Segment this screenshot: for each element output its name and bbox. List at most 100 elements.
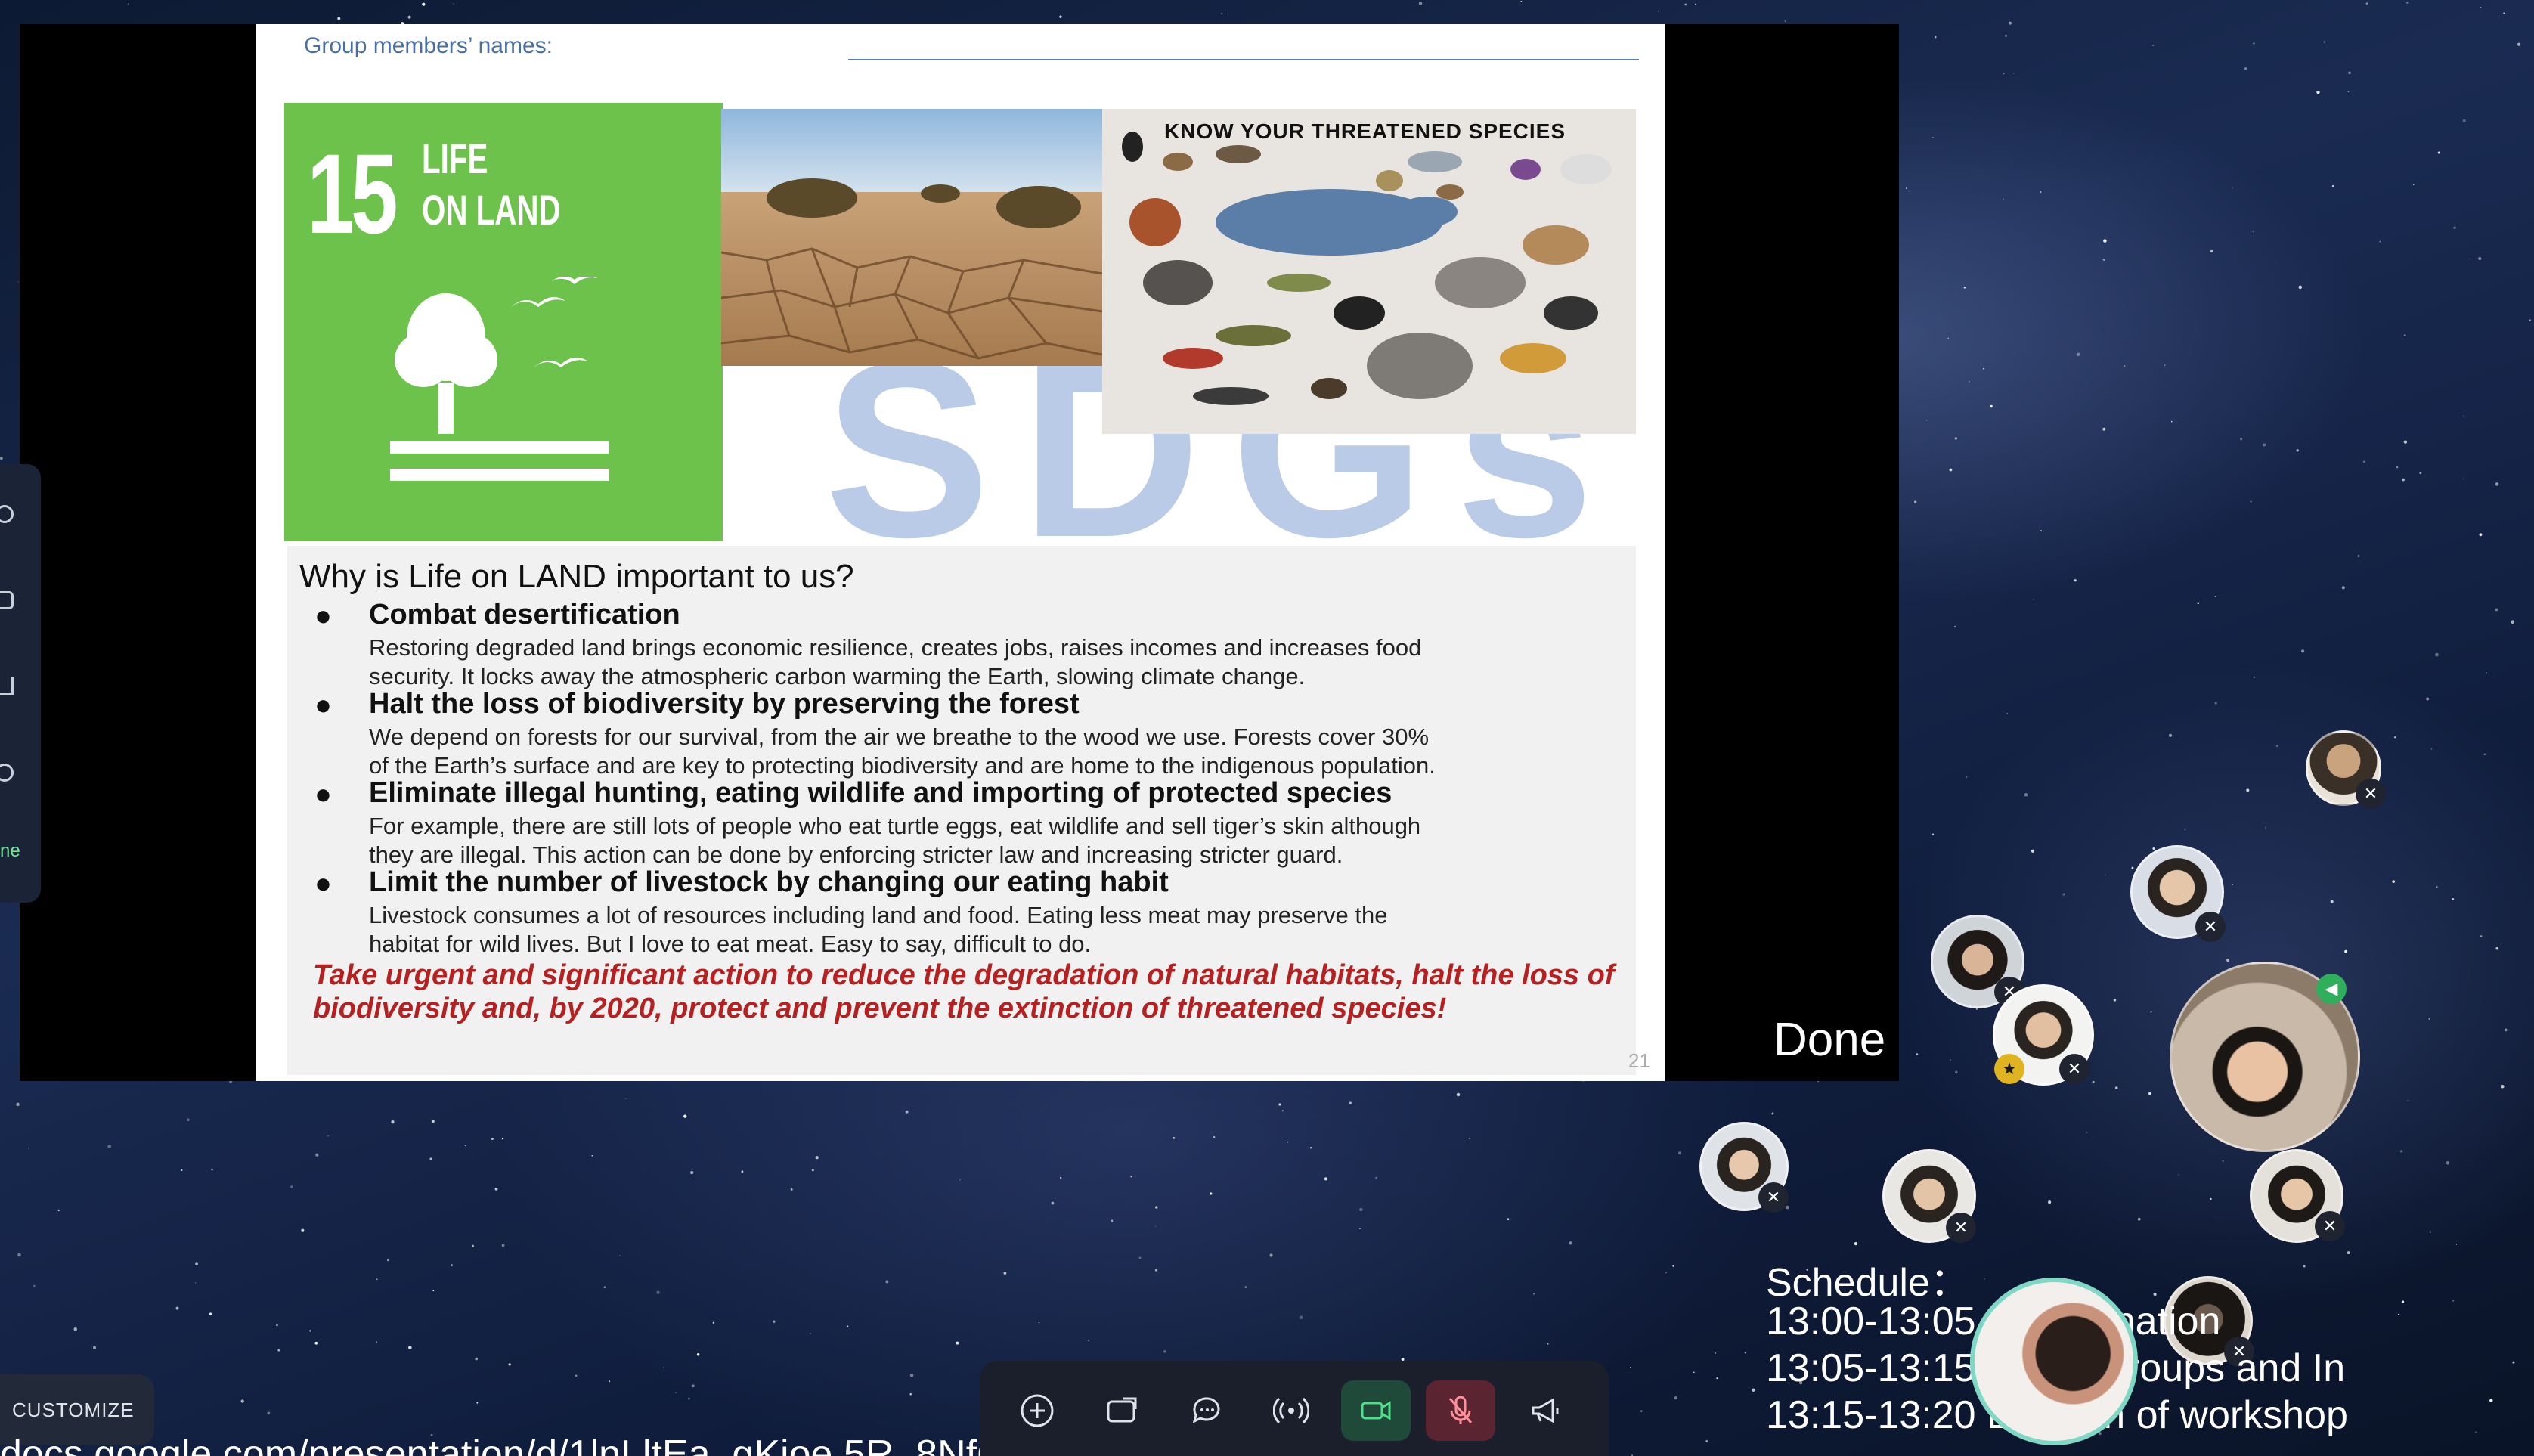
bullet-body: Livestock consumes a lot of resources in… [369, 902, 1388, 957]
star [2330, 900, 2334, 903]
star [314, 1341, 318, 1345]
broadcast-button[interactable] [1256, 1380, 1326, 1441]
star [211, 1168, 213, 1171]
slide-page-number: 21 [1628, 1049, 1650, 1072]
location-icon[interactable] [0, 764, 14, 782]
bullet-dot: ● [314, 689, 332, 721]
star [2113, 999, 2117, 1002]
add-button[interactable] [1002, 1380, 1072, 1441]
megaphone-button[interactable] [1510, 1380, 1580, 1441]
threatened-species-poster [1102, 109, 1636, 434]
star [501, 1244, 505, 1247]
tablet-icon[interactable] [0, 591, 14, 609]
star [1744, 1351, 1747, 1354]
star [1982, 367, 1984, 370]
star [2303, 1265, 2306, 1268]
star [1507, 1218, 1510, 1221]
star [2148, 1092, 2151, 1095]
microphone-button[interactable] [1426, 1380, 1495, 1441]
star [1963, 287, 1966, 289]
chart-icon[interactable] [0, 677, 14, 695]
camera-icon [1361, 1401, 1391, 1420]
star [2231, 884, 2233, 886]
star [1281, 1110, 1284, 1112]
star [422, 2, 426, 6]
star [429, 1157, 432, 1160]
star [2168, 733, 2173, 737]
star [2231, 187, 2233, 189]
left-sidebar [0, 464, 41, 903]
host-badge-icon: ★ [1994, 1054, 2024, 1084]
star [956, 1341, 959, 1345]
star [1678, 1151, 1681, 1155]
star [450, 1264, 453, 1267]
star [2210, 1197, 2212, 1200]
star [2419, 472, 2422, 475]
star [2392, 880, 2396, 884]
megaphone-icon [1532, 1398, 1559, 1423]
star [501, 1138, 503, 1140]
star [2226, 959, 2230, 962]
star [301, 1228, 305, 1232]
done-button[interactable]: Done [1773, 1013, 1885, 1067]
star [2316, 90, 2320, 94]
star [2403, 334, 2406, 336]
star [432, 1290, 435, 1292]
star [2463, 415, 2465, 417]
star [591, 1154, 593, 1157]
star [376, 1341, 377, 1343]
star [1684, 3, 1687, 6]
star [2397, 1313, 2400, 1315]
star [575, 1374, 578, 1377]
star [1111, 1219, 1114, 1222]
star [57, 1209, 60, 1212]
star [2446, 1161, 2450, 1165]
star [811, 1169, 814, 1172]
star [603, 1286, 606, 1289]
chat-button[interactable] [1172, 1380, 1241, 1441]
star [1674, 1396, 1677, 1400]
bullet-heading: Halt the loss of biodiversity by preserv… [369, 688, 1080, 720]
star [2475, 1431, 2477, 1433]
star [2265, 827, 2266, 829]
star [2400, 1150, 2403, 1153]
star [663, 1367, 665, 1369]
star [2131, 866, 2134, 869]
star [1533, 1293, 1535, 1295]
emoji-icon[interactable] [0, 505, 14, 523]
star [1854, 1241, 1858, 1246]
mic-muted-icon: ✕ [1946, 1213, 1976, 1243]
share-screen-icon [1107, 1397, 1137, 1423]
star [2263, 443, 2266, 447]
star [93, 1346, 96, 1349]
star [2300, 649, 2305, 653]
star [1520, 0, 1523, 2]
share-screen-button[interactable] [1087, 1380, 1157, 1441]
star [28, 1147, 29, 1149]
star [1969, 381, 1970, 383]
star [391, 1120, 395, 1124]
star [175, 1306, 179, 1310]
star [33, 1284, 36, 1287]
self-video-bubble[interactable] [1970, 1278, 2138, 1445]
star [2480, 935, 2483, 938]
star [2062, 893, 2065, 896]
star [619, 1255, 621, 1256]
star [959, 1179, 961, 1181]
star [2124, 365, 2126, 367]
star [2437, 151, 2440, 154]
star [181, 1169, 183, 1171]
star [2114, 1086, 2118, 1089]
tree-birds-icon [390, 277, 609, 481]
star [2153, 1292, 2157, 1296]
star [107, 1145, 112, 1148]
star [2298, 285, 2303, 290]
star [2246, 788, 2250, 792]
star [2529, 319, 2531, 322]
star [1269, 1253, 1273, 1257]
star [1154, 1269, 1158, 1272]
star [815, 1156, 819, 1160]
camera-button[interactable] [1341, 1380, 1411, 1441]
star [2102, 427, 2106, 431]
star [1913, 500, 1917, 503]
